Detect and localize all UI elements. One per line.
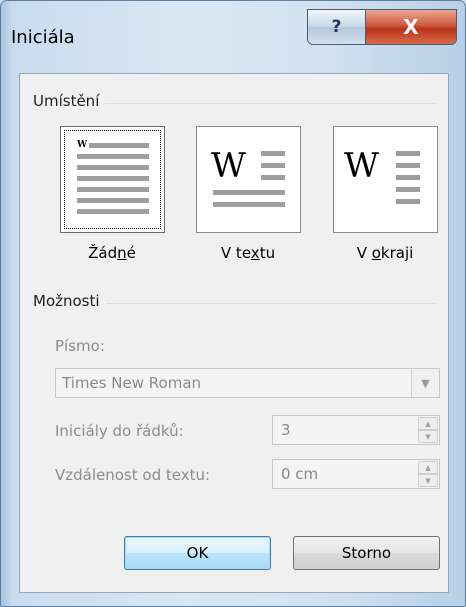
chevron-up-icon[interactable]: ▲	[418, 417, 438, 430]
label-text: kraji	[380, 244, 414, 262]
ok-button[interactable]: OK	[124, 536, 271, 570]
text-line	[77, 165, 149, 170]
label-text: V	[356, 244, 372, 262]
text-line	[77, 198, 149, 203]
text-line	[261, 175, 285, 180]
lines-spinner[interactable]: 3 ▲ ▼	[272, 415, 440, 445]
margin-w-icon: W	[344, 146, 379, 186]
text-line	[213, 190, 285, 195]
text-line	[396, 187, 420, 192]
text-line	[213, 202, 285, 207]
chevron-down-icon[interactable]: ▼	[411, 369, 439, 397]
help-icon: ?	[331, 17, 342, 37]
close-icon: X	[403, 15, 419, 39]
placement-group-label: Umístění	[33, 92, 106, 110]
chevron-down-icon[interactable]: ▼	[418, 474, 438, 487]
font-label: Písmo:	[55, 337, 105, 355]
placement-in-text-option[interactable]: W	[196, 126, 301, 233]
text-line	[77, 154, 149, 159]
title-bar[interactable]: Iniciála ? X	[1, 1, 465, 73]
access-key: n	[117, 244, 127, 262]
lines-value: 3	[281, 421, 291, 439]
text-line	[77, 187, 149, 192]
placement-none-option[interactable]: W	[60, 126, 165, 233]
options-group-label: Možnosti	[33, 292, 106, 310]
dropped-w-icon: W	[211, 146, 246, 186]
distance-spinner[interactable]: 0 cm ▲ ▼	[272, 459, 440, 489]
caption-buttons: ? X	[307, 9, 457, 45]
distance-label: Vzdálenost od textu:	[55, 466, 211, 484]
chevron-down-icon[interactable]: ▼	[418, 430, 438, 443]
text-line	[89, 143, 149, 148]
distance-spin-buttons: ▲ ▼	[418, 461, 438, 487]
font-dropdown[interactable]: Times New Roman ▼	[55, 368, 440, 398]
text-line	[396, 199, 420, 204]
dialog-title: Iniciála	[11, 27, 75, 48]
dialog-body: Umístění W Žádné W V textu W V okraji Mo…	[19, 73, 449, 593]
close-button[interactable]: X	[366, 10, 456, 44]
text-line	[396, 151, 420, 156]
text-line	[396, 163, 420, 168]
chevron-up-icon[interactable]: ▲	[418, 461, 438, 474]
text-line	[77, 209, 149, 214]
access-key: o	[371, 244, 381, 262]
placement-none-label: Žádné	[52, 244, 172, 262]
font-dropdown-value: Times New Roman	[62, 374, 202, 392]
text-line	[77, 176, 149, 181]
label-text: V te	[220, 244, 251, 262]
none-glyph-icon: W	[77, 140, 88, 150]
label-text: Žád	[88, 244, 118, 262]
label-text: é	[126, 244, 136, 262]
help-button[interactable]: ?	[308, 10, 366, 44]
dialog-window: Iniciála ? X Umístění W Žádné W V textu …	[0, 0, 466, 607]
lines-label: Iniciály do řádků:	[55, 422, 184, 440]
distance-value: 0 cm	[281, 465, 319, 483]
placement-in-margin-option[interactable]: W	[333, 126, 438, 233]
placement-in-text-label: V textu	[188, 244, 308, 262]
text-line	[261, 151, 285, 156]
lines-spin-buttons: ▲ ▼	[418, 417, 438, 443]
cancel-button[interactable]: Storno	[293, 536, 440, 570]
access-key: x	[250, 244, 260, 262]
text-line	[396, 175, 420, 180]
text-line	[261, 163, 285, 168]
label-text: tu	[259, 244, 276, 262]
placement-in-margin-label: V okraji	[325, 244, 445, 262]
